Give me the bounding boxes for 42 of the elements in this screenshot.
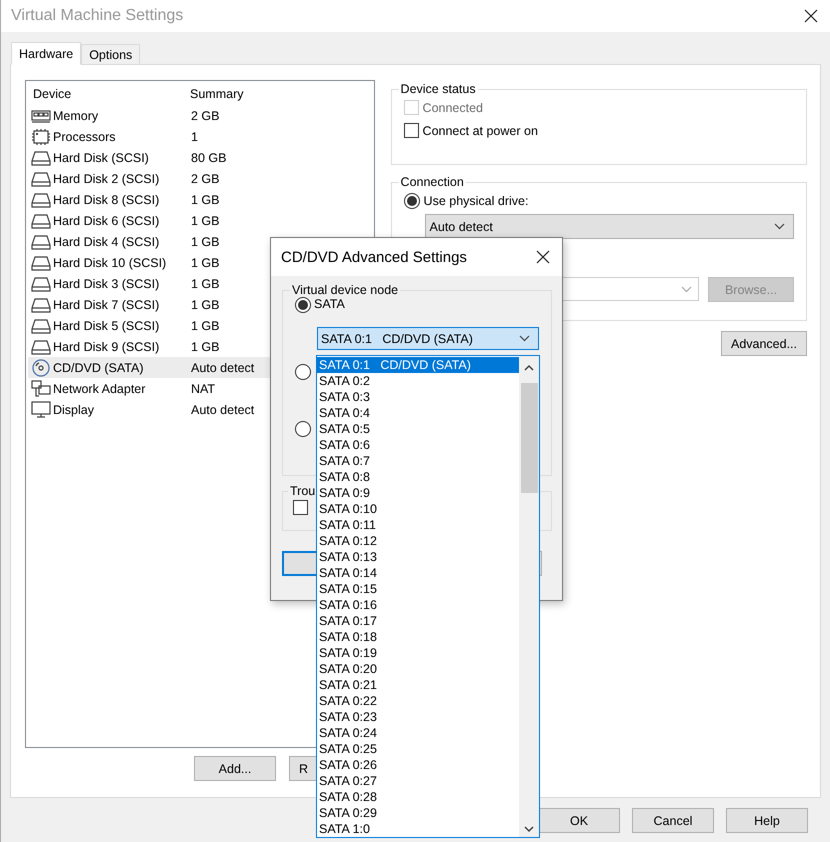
device-name: Hard Disk 10 (SCSI) — [53, 256, 166, 270]
device-summary: 80 GB — [190, 150, 226, 164]
device-name: Hard Disk 8 (SCSI) — [53, 192, 160, 206]
group-label: Virtual device node — [291, 283, 400, 297]
device-name: Hard Disk 7 (SCSI) — [53, 298, 160, 312]
group-label: Trou — [289, 484, 316, 498]
device-summary: 2 GB — [190, 172, 220, 186]
device-name: Hard Disk 2 (SCSI) — [53, 172, 160, 186]
device-name: Hard Disk 5 (SCSI) — [53, 318, 160, 332]
device-summary: 1 GB — [190, 256, 220, 270]
device-summary: 1 GB — [190, 340, 220, 354]
device-name: Network Adapter — [53, 382, 146, 396]
checkbox-label: Connected — [422, 100, 484, 114]
device-name: Hard Disk 3 (SCSI) — [53, 276, 160, 290]
device-summary: 1 GB — [190, 214, 220, 228]
device-summary: 2 GB — [190, 108, 220, 122]
device-name: Display — [53, 402, 94, 416]
device-name: CD/DVD (SATA) — [53, 360, 144, 374]
device-summary: Auto detect — [190, 360, 254, 374]
dialog-title: CD/DVD Advanced Settings — [281, 248, 467, 266]
device-name: Processors — [53, 130, 116, 144]
select-value: Auto detect — [430, 220, 493, 234]
device-name: Hard Disk 6 (SCSI) — [53, 214, 160, 228]
group-label: Connection — [400, 175, 465, 189]
device-summary: 1 GB — [190, 276, 220, 290]
device-summary: 1 GB — [190, 192, 220, 206]
device-summary: NAT — [190, 382, 216, 396]
radio-label: SATA — [314, 297, 345, 311]
select-value: SATA 0:1 CD/DVD (SATA) — [321, 332, 473, 346]
device-summary: 1 — [190, 130, 198, 144]
device-name: Hard Disk 4 (SCSI) — [53, 234, 160, 248]
checkbox-label: Connect at power on — [422, 124, 538, 138]
device-name: Hard Disk 9 (SCSI) — [53, 340, 160, 354]
device-summary: Auto detect — [190, 402, 254, 416]
window-title: Virtual Machine Settings — [11, 7, 184, 25]
device-summary: 1 GB — [190, 318, 220, 332]
radio-label: Use physical drive: — [424, 194, 528, 208]
device-name: Memory — [53, 108, 98, 122]
device-summary: 1 GB — [190, 234, 220, 248]
device-summary: 1 GB — [190, 298, 220, 312]
group-label: Device status — [400, 82, 477, 96]
device-name: Hard Disk (SCSI) — [53, 150, 149, 164]
